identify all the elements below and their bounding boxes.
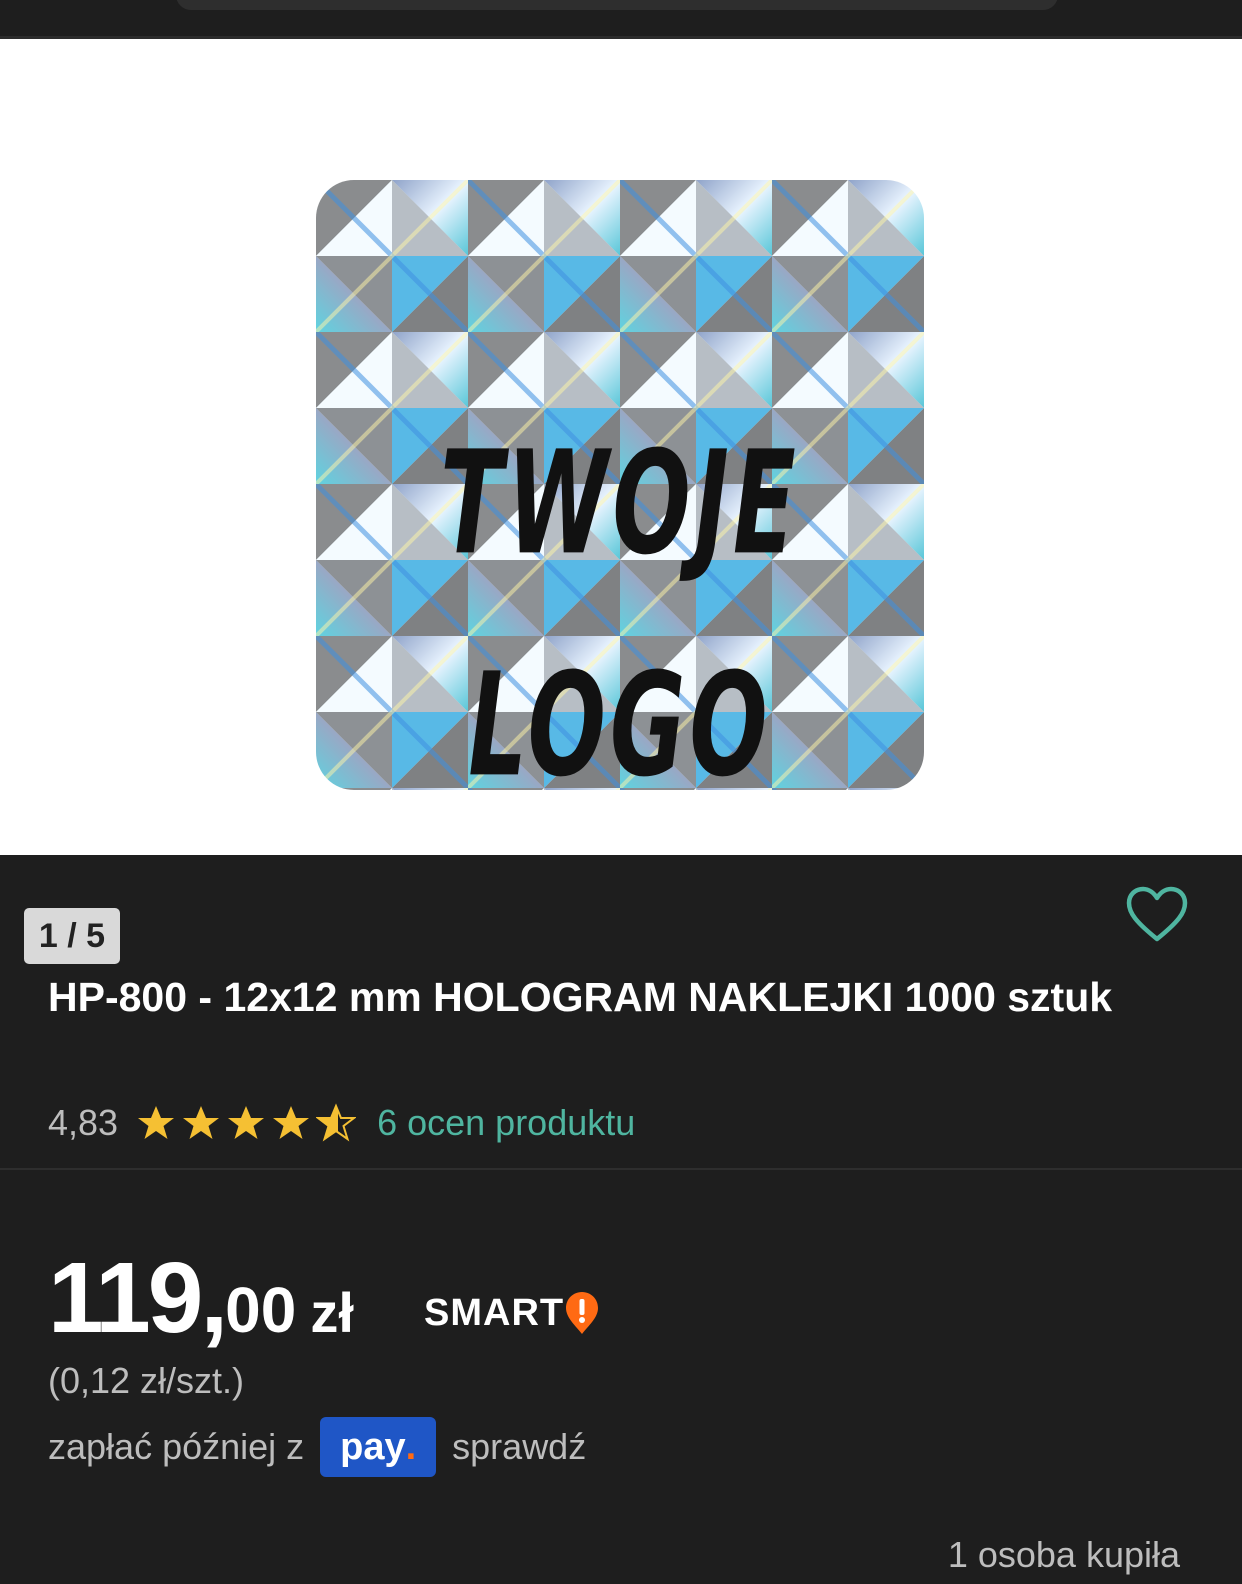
unit-price: (0,12 zł/szt.)	[48, 1360, 245, 1401]
pay-logo: pay.	[320, 1417, 437, 1477]
star-icon	[138, 1106, 175, 1139]
star-icon	[228, 1106, 265, 1139]
check-pay-later-link[interactable]: sprawdź	[452, 1426, 586, 1468]
star-half-icon	[316, 1103, 357, 1142]
product-page: TWOJE LOGO 1 / 5 HP-800 - 12x12 mm HOLOG…	[0, 0, 1242, 1584]
smart-exclamation-icon	[566, 1292, 599, 1334]
section-divider	[0, 1168, 1242, 1170]
rating-stars	[136, 1103, 361, 1143]
smart-label: SMART	[424, 1291, 565, 1334]
pay-logo-dot-icon: .	[405, 1425, 417, 1468]
star-icon	[183, 1106, 220, 1139]
rating-value: 4,83	[48, 1102, 119, 1143]
star-icon	[273, 1106, 310, 1139]
product-title: HP-800 - 12x12 mm HOLOGRAM NAKLEJKI 1000…	[48, 974, 1113, 1020]
price-decimal: 00	[225, 1274, 297, 1346]
image-logo-text-line2: LOGO	[468, 642, 772, 790]
pay-later-row: zapłać później z pay. sprawdź	[48, 1416, 586, 1478]
heart-outline-icon	[1126, 886, 1188, 942]
image-logo-text-line1: TWOJE	[440, 420, 800, 587]
ratings-link[interactable]: 6 ocen produktu	[377, 1102, 635, 1144]
pay-later-text: zapłać później z	[48, 1426, 305, 1467]
rating-row: 4,83 6 ocen produktu	[48, 1098, 635, 1148]
price-integer: 119,	[48, 1242, 228, 1354]
pay-logo-text: pay	[340, 1425, 406, 1468]
search-bar[interactable]	[176, 0, 1058, 10]
image-counter: 1 / 5	[24, 908, 120, 964]
price: 119, 00 zł	[48, 1248, 354, 1348]
price-currency: zł	[310, 1281, 354, 1344]
top-bar	[0, 0, 1242, 39]
smart-badge[interactable]: SMART	[424, 1290, 600, 1336]
buyers-count: 1 osoba kupiła	[947, 1534, 1180, 1575]
product-gallery[interactable]: TWOJE LOGO	[0, 39, 1242, 855]
favorite-button[interactable]	[1126, 886, 1188, 944]
product-image[interactable]: TWOJE LOGO	[316, 180, 924, 790]
